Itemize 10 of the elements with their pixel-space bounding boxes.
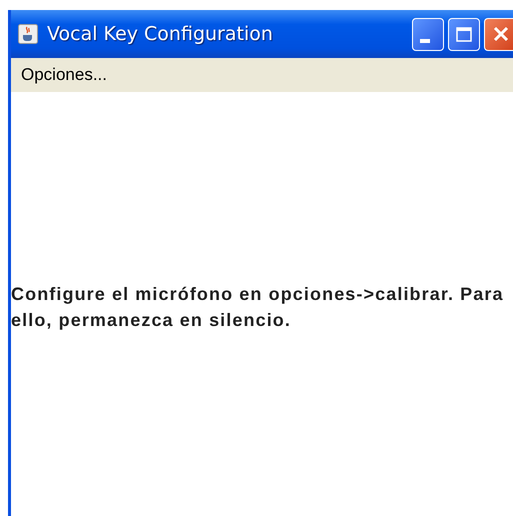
maximize-button[interactable] bbox=[448, 18, 480, 50]
close-button[interactable] bbox=[484, 18, 513, 50]
menu-item[interactable]: Opciones... bbox=[21, 65, 107, 85]
instruction-text: Configure el micrófono en opciones->calibrar. Para ello, permanezca en silencio. bbox=[11, 283, 505, 332]
minimize-icon bbox=[420, 39, 430, 43]
maximize-icon bbox=[456, 26, 472, 42]
window-title: Vocal Key Configuration bbox=[47, 23, 274, 45]
coffee-cup-icon bbox=[18, 24, 38, 44]
close-icon bbox=[492, 26, 508, 42]
minimize-button[interactable] bbox=[412, 18, 444, 50]
